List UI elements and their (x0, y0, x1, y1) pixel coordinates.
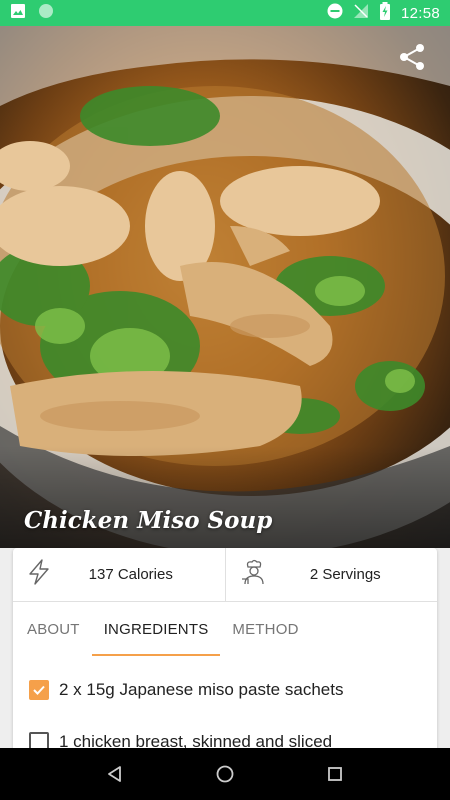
lightning-icon (27, 559, 51, 590)
ingredient-text: 2 x 15g Japanese miso paste sachets (59, 680, 344, 699)
tab-method[interactable]: METHOD (220, 602, 310, 656)
nav-back-button[interactable] (100, 759, 130, 789)
list-item[interactable]: 2 x 15g Japanese miso paste sachets (13, 664, 437, 716)
tab-ingredients[interactable]: INGREDIENTS (91, 602, 221, 656)
recipe-tabs: ABOUT INGREDIENTS METHOD (13, 602, 437, 656)
system-nav-bar (0, 748, 450, 800)
servings-label: 2 Servings (309, 566, 381, 583)
share-icon (400, 44, 424, 70)
calories-stat: 137 Calories (13, 548, 225, 601)
recipe-stats: 137 Calories 2 Servings (13, 548, 437, 602)
recipe-hero-image: Chicken Miso Soup (0, 26, 450, 548)
do-not-disturb-icon (327, 3, 343, 24)
battery-charging-icon (379, 1, 391, 25)
circle-home-icon (216, 765, 234, 783)
nav-recents-button[interactable] (320, 759, 350, 789)
status-time: 12:58 (400, 4, 440, 22)
share-button[interactable] (398, 42, 428, 72)
ingredient-checkbox[interactable] (29, 680, 49, 700)
image-notification-icon (10, 3, 26, 24)
tab-about[interactable]: ABOUT (15, 602, 92, 656)
calories-label: 137 Calories (88, 566, 173, 583)
nav-home-button[interactable] (210, 759, 240, 789)
servings-stat: 2 Servings (224, 548, 438, 601)
checkmark-icon (33, 685, 45, 695)
recipe-details-card: 137 Calories 2 Servings ABOUT INGREDIENT… (13, 548, 437, 758)
recipe-title: Chicken Miso Soup (24, 507, 273, 534)
soup-illustration (0, 26, 450, 548)
status-bar: 12:58 (0, 0, 450, 26)
square-recents-icon (328, 767, 342, 781)
chef-icon (240, 559, 268, 590)
circle-notification-icon (38, 3, 54, 24)
no-signal-icon (353, 3, 369, 24)
triangle-back-icon (108, 766, 121, 782)
